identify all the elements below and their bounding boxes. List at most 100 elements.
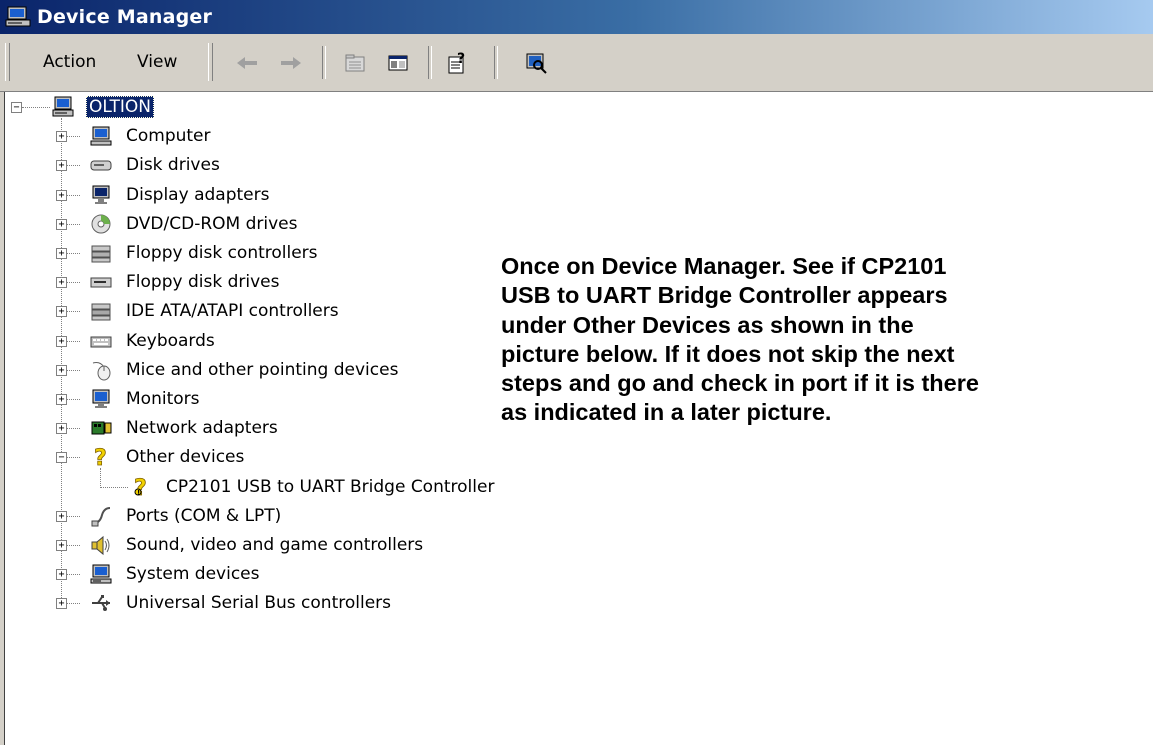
tree-connector <box>66 428 80 430</box>
tree-connector <box>100 486 128 488</box>
tree-item-display-adapters[interactable]: Display adapters <box>126 185 269 205</box>
menu-view[interactable]: View <box>137 52 177 72</box>
tree-item-keyboards[interactable]: Keyboards <box>126 331 215 351</box>
device-manager-icon <box>5 6 31 27</box>
tree-root-label[interactable]: OLTION <box>86 96 155 118</box>
expand-toggle[interactable]: + <box>56 131 67 143</box>
usb-icon <box>92 595 110 612</box>
annotation-line: under Other Devices as shown in the <box>501 311 914 338</box>
collapse-toggle[interactable]: − <box>56 452 67 464</box>
tree-connector <box>66 515 80 517</box>
floppy-controller-icon <box>91 245 111 263</box>
mouse-icon <box>92 361 111 381</box>
tree-connector <box>66 282 80 284</box>
forward-icon <box>281 57 301 69</box>
tree-item-floppy-disk-drives[interactable]: Floppy disk drives <box>126 272 279 292</box>
sound-icon <box>91 535 110 556</box>
expand-toggle[interactable]: + <box>56 540 67 551</box>
expand-toggle[interactable]: + <box>56 394 67 405</box>
instruction-annotation: Once on Device Manager. See if CP2101 US… <box>501 252 1151 428</box>
floppy-drive-icon <box>90 277 112 288</box>
monitor-icon <box>92 389 110 408</box>
tree-connector <box>66 311 80 313</box>
tree-connector <box>66 165 80 167</box>
tree-connector <box>100 468 101 488</box>
show-hide-tree-button[interactable] <box>383 49 413 77</box>
toolbar-separator <box>428 46 432 79</box>
device-tree-pane[interactable]: − OLTION + Computer + Disk drives + Display ada… <box>0 92 1153 745</box>
network-adapter-icon <box>91 421 112 435</box>
tree-item-other-devices[interactable]: Other devices <box>126 447 244 467</box>
expand-toggle[interactable]: + <box>56 160 67 172</box>
scan-hardware-button[interactable] <box>521 49 551 77</box>
tree-connector <box>66 223 80 225</box>
tree-item-ports-com-lpt[interactable]: Ports (COM & LPT) <box>126 506 281 526</box>
tree-item-universal-serial-bus-controllers[interactable]: Universal Serial Bus controllers <box>126 593 391 613</box>
tree-connector <box>66 136 80 138</box>
other-devices-icon: ? <box>94 446 108 468</box>
expand-toggle[interactable]: + <box>56 189 67 201</box>
toolbar-grip[interactable] <box>5 43 10 81</box>
ide-controller-icon <box>91 303 111 321</box>
annotation-line: picture below. If it does not skip the n… <box>501 340 955 367</box>
tree-connector <box>66 340 80 342</box>
window-title: Device Manager <box>37 6 213 28</box>
expand-toggle[interactable]: + <box>56 218 67 230</box>
help-icon: ? <box>448 51 465 74</box>
title-bar: Device Manager <box>0 0 1153 34</box>
warning-device-icon: ?! <box>134 476 148 498</box>
ports-icon <box>91 506 111 527</box>
tree-connector <box>66 194 80 196</box>
expand-toggle[interactable]: + <box>56 598 67 610</box>
tree-connector <box>66 399 80 400</box>
expand-toggle[interactable]: + <box>56 569 67 581</box>
svg-text:!: ! <box>137 489 140 497</box>
properties-icon <box>345 54 365 72</box>
tree-connector <box>66 545 80 546</box>
annotation-line: as indicated in a later picture. <box>501 399 832 426</box>
tree-item-computer[interactable]: Computer <box>126 126 211 146</box>
toolbar-separator <box>494 46 498 79</box>
properties-button[interactable] <box>340 49 370 77</box>
disk-drive-icon <box>90 160 112 171</box>
toolbar-grip[interactable] <box>208 43 213 81</box>
tree-item-dvd-cd-rom-drives[interactable]: DVD/CD-ROM drives <box>126 214 297 234</box>
tree-item-mice-and-other-pointing-devices[interactable]: Mice and other pointing devices <box>126 360 398 380</box>
annotation-line: Once on Device Manager. See if CP2101 <box>501 253 947 279</box>
svg-text:?: ? <box>457 51 465 67</box>
expand-toggle[interactable]: + <box>56 306 67 318</box>
tree-item-cp2101-usb-to-uart-bridge-controller[interactable]: CP2101 USB to UART Bridge Controller <box>166 477 494 497</box>
expand-toggle[interactable]: + <box>56 248 67 259</box>
expand-toggle[interactable]: + <box>56 364 67 376</box>
expand-toggle[interactable]: + <box>56 335 67 347</box>
help-button[interactable]: ? <box>444 49 474 77</box>
scan-hardware-icon <box>526 53 547 74</box>
display-adapter-icon <box>92 185 110 204</box>
tree-item-system-devices[interactable]: System devices <box>126 564 260 584</box>
tree-connector <box>22 107 50 108</box>
forward-button[interactable] <box>276 49 306 77</box>
expand-toggle[interactable]: + <box>56 510 67 522</box>
menu-action[interactable]: Action <box>43 52 96 72</box>
root-computer-icon <box>52 96 74 117</box>
show-hide-tree-icon <box>388 55 408 71</box>
tree-item-floppy-disk-controllers[interactable]: Floppy disk controllers <box>126 243 318 263</box>
tree-item-monitors[interactable]: Monitors <box>126 389 199 409</box>
tree-connector <box>66 574 80 576</box>
toolbar-separator <box>322 46 326 79</box>
tree-item-disk-drives[interactable]: Disk drives <box>126 155 220 175</box>
tree-item-sound-video-and-game-controllers[interactable]: Sound, video and game controllers <box>126 535 423 555</box>
dvd-drive-icon <box>91 214 111 234</box>
annotation-line: USB to UART Bridge Controller appears <box>501 282 948 309</box>
expand-toggle[interactable]: + <box>56 423 67 435</box>
expand-toggle[interactable]: + <box>56 277 67 289</box>
tree-connector <box>66 253 80 254</box>
tree-connector <box>66 603 80 605</box>
collapse-toggle[interactable]: − <box>11 102 22 113</box>
computer-icon <box>90 126 112 146</box>
tree-item-network-adapters[interactable]: Network adapters <box>126 418 278 438</box>
pane-border <box>0 92 5 745</box>
annotation-line: steps and go and check in port if it is … <box>501 370 979 397</box>
tree-item-ide-ata-atapi-controllers[interactable]: IDE ATA/ATAPI controllers <box>126 301 339 321</box>
back-button[interactable] <box>232 49 262 77</box>
